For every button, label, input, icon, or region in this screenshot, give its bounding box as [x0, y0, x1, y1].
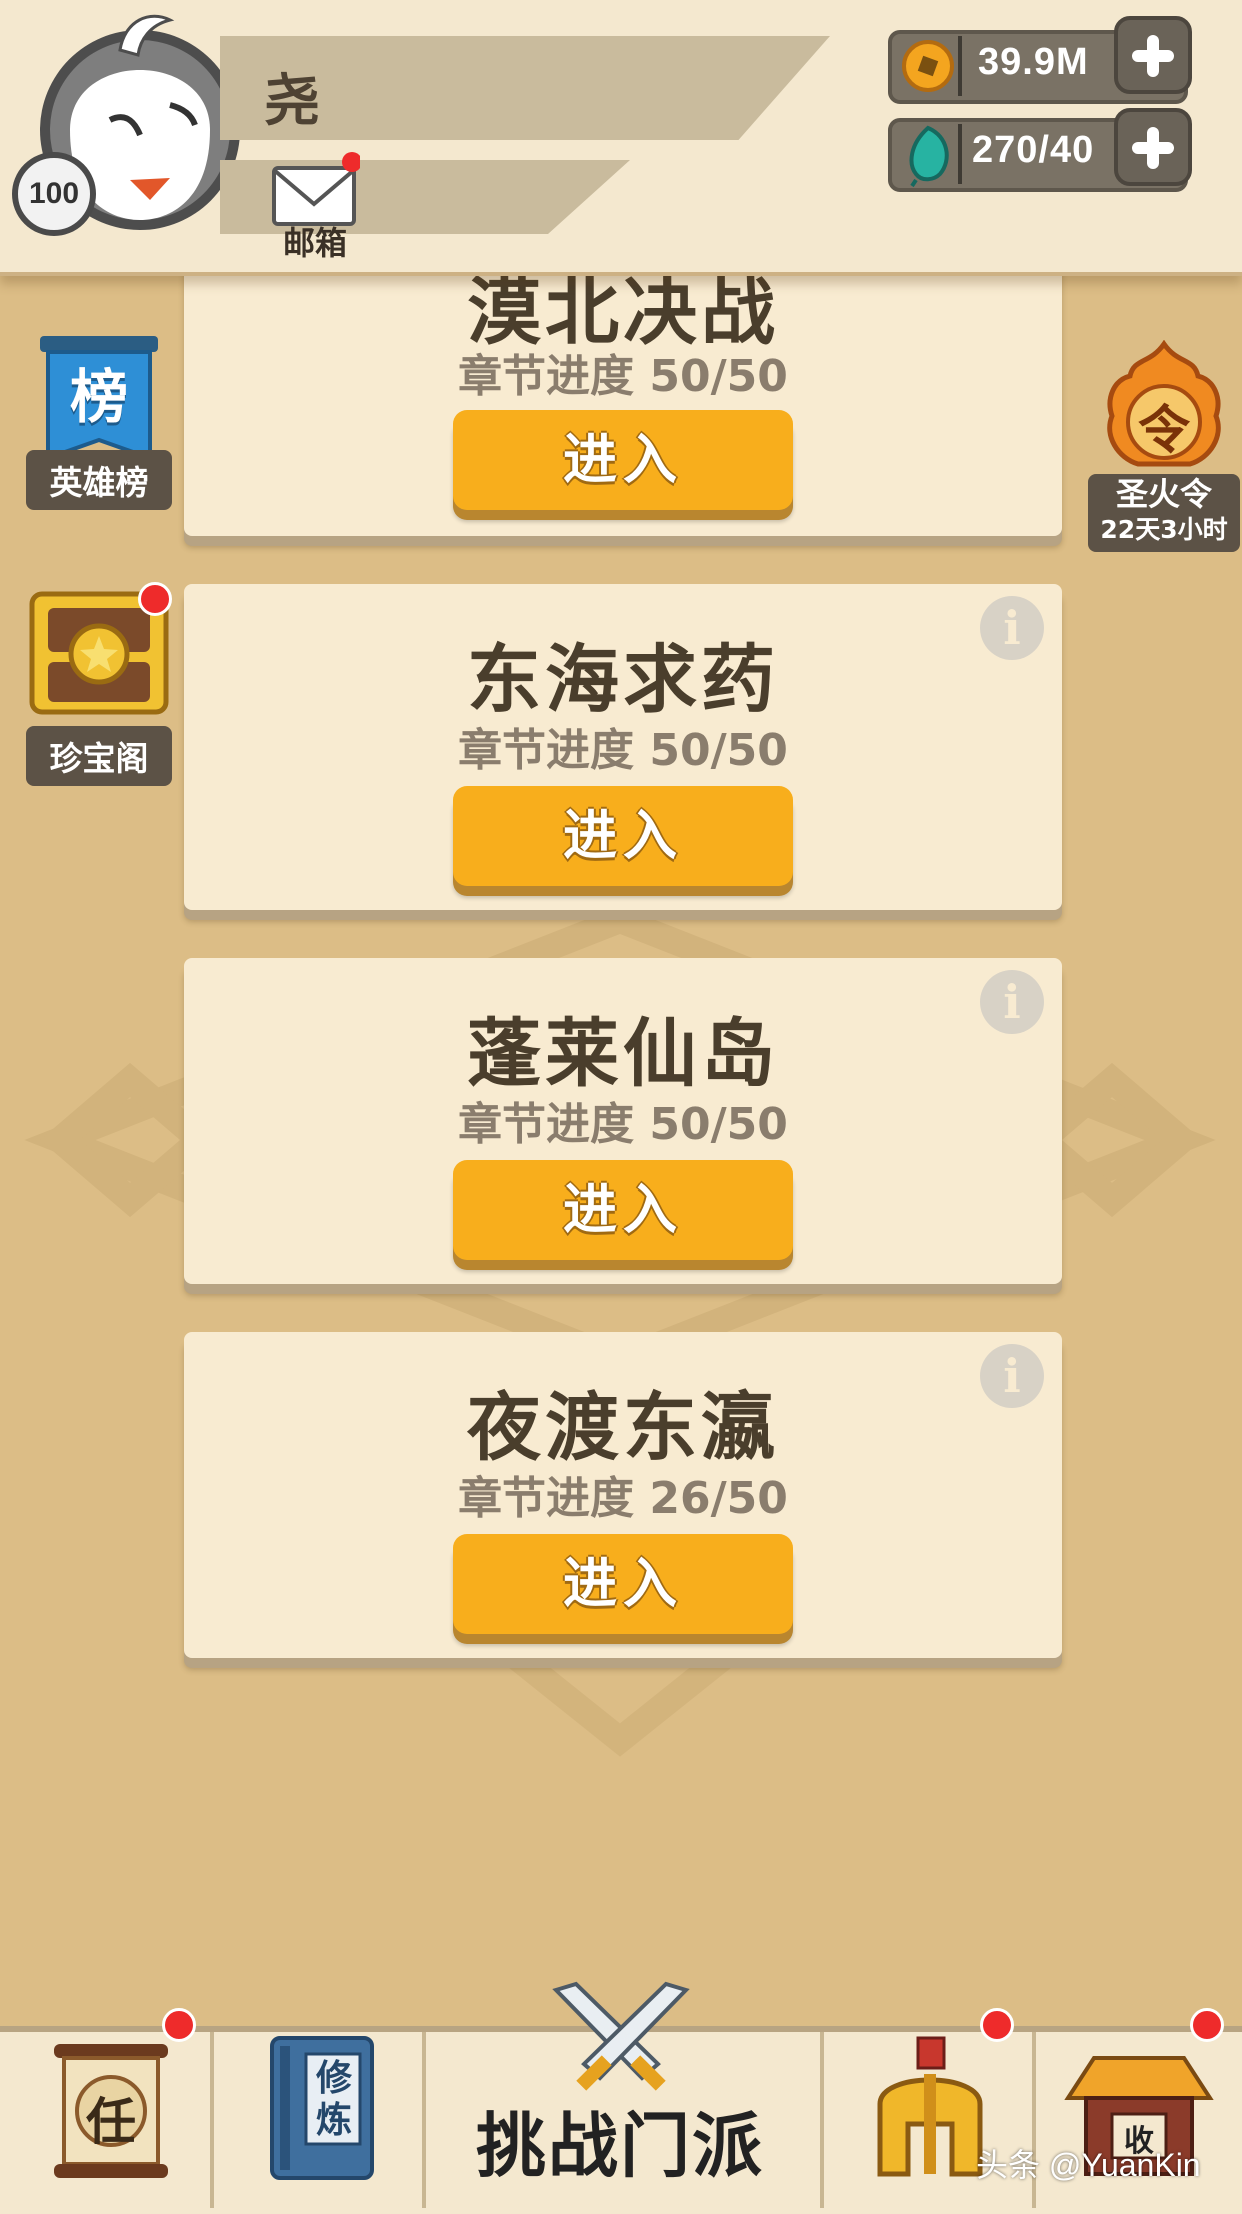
chapter-card: i 夜渡东瀛 章节进度 26/50 进入	[184, 1332, 1062, 1658]
mail-label[interactable]: 邮箱	[270, 218, 360, 264]
hero-ranking-button[interactable]: 榜 英雄榜	[26, 332, 172, 510]
collect-notification-dot	[1190, 2008, 1224, 2042]
chapter-progress: 章节进度 50/50	[458, 1099, 788, 1150]
token-title: 圣火令	[1115, 475, 1212, 513]
treasure-pavilion-label: 珍宝阁	[26, 726, 172, 786]
coins-value: 39.9M	[978, 41, 1089, 83]
energy-divider	[958, 124, 962, 184]
chapter-progress: 章节进度 50/50	[458, 351, 788, 402]
enter-button[interactable]: 进入	[453, 1160, 793, 1260]
helmet-icon	[877, 2036, 983, 2177]
chapter-card: i 蓬莱仙岛 章节进度 50/50 进入	[184, 958, 1062, 1284]
chapter-title: 蓬莱仙岛	[467, 1011, 779, 1097]
top-header: 100 尧 邮箱 39.9M 270/40	[0, 0, 1242, 276]
nav-training-button[interactable]: 修炼	[260, 2026, 384, 2208]
energy-value: 270/40	[972, 129, 1095, 171]
sacred-fire-token-button[interactable]: 令 圣火令 22天3小时	[1088, 340, 1240, 558]
token-icon-char: 令	[1137, 401, 1190, 461]
enter-button[interactable]: 进入	[453, 1534, 793, 1634]
energy-drop-icon	[909, 125, 949, 188]
nav-divider	[210, 2032, 214, 2208]
nav-task-button[interactable]: 任	[40, 2026, 180, 2208]
chapter-progress: 章节进度 50/50	[458, 725, 788, 776]
training-book-label: 修炼	[315, 2058, 352, 2141]
token-label: 圣火令 22天3小时	[1088, 474, 1240, 552]
crossed-swords-icon	[552, 1981, 690, 2091]
equipment-notification-dot	[980, 2008, 1014, 2042]
watermark: 头条 @YuanKin	[976, 2147, 1201, 2183]
task-notification-dot	[162, 2008, 196, 2042]
level-badge: 100	[12, 152, 96, 236]
chapter-progress: 章节进度 26/50	[458, 1473, 788, 1524]
add-energy-button[interactable]	[1114, 108, 1192, 186]
player-name: 尧	[264, 69, 320, 134]
nav-divider	[820, 2032, 824, 2208]
token-timer: 22天3小时	[1100, 515, 1228, 544]
treasure-notification-dot	[138, 582, 172, 616]
chapter-card: i 东海求药 章节进度 50/50 进入	[184, 584, 1062, 910]
coin-icon	[902, 40, 954, 92]
coins-divider	[958, 36, 962, 96]
enter-button[interactable]: 进入	[453, 410, 793, 510]
add-coins-button[interactable]	[1114, 16, 1192, 94]
task-icon-char: 任	[86, 2093, 136, 2151]
chapter-title: 夜渡东瀛	[467, 1385, 779, 1471]
ranking-icon-char: 榜	[69, 363, 128, 431]
enter-button[interactable]: 进入	[453, 786, 793, 886]
treasure-pavilion-button[interactable]: 珍宝阁	[26, 582, 172, 786]
challenge-sect-button[interactable]: 挑战门派	[470, 2090, 770, 2191]
hero-ranking-label: 英雄榜	[26, 450, 172, 510]
chapter-title: 东海求药	[467, 637, 779, 723]
nav-divider	[422, 2032, 426, 2208]
